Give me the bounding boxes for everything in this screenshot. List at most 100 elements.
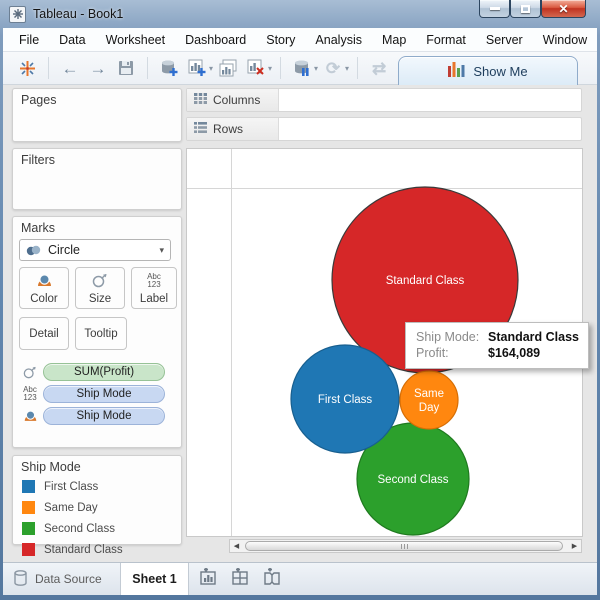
show-me-label: Show Me (473, 64, 527, 79)
save-icon[interactable] (115, 57, 137, 79)
sheet-tab-label: Sheet 1 (132, 572, 176, 586)
toolbar-separator (280, 57, 281, 79)
pill-ship-mode-label[interactable]: Ship Mode (43, 385, 165, 403)
pill-sum-profit[interactable]: SUM(Profit) (43, 363, 165, 381)
tooltip-value: Standard Class (488, 329, 579, 345)
pause-updates-caret-icon[interactable]: ▾ (314, 64, 318, 73)
columns-shelf[interactable]: Columns (186, 88, 582, 112)
title-bar: Tableau - Book1 ✕ (0, 0, 600, 28)
legend-label: Second Class (44, 523, 115, 535)
tooltip: Ship Mode:Standard ClassProfit:$164,089 (405, 322, 589, 369)
size-button-label: Size (89, 293, 111, 305)
pages-shelf-label: Pages (13, 89, 181, 107)
legend-title: Ship Mode (13, 456, 181, 474)
legend-item-second-class[interactable]: Second Class (13, 518, 181, 539)
menu-item-format[interactable]: Format (416, 30, 476, 50)
toolbar-separator (147, 57, 148, 79)
menu-item-worksheet[interactable]: Worksheet (96, 30, 176, 50)
scroll-right-icon[interactable]: ▶ (568, 540, 581, 552)
color-button[interactable]: Color (19, 267, 69, 309)
legend-item-same-day[interactable]: Same Day (13, 497, 181, 518)
scrollbar-thumb[interactable] (245, 541, 563, 551)
run-update-caret-icon[interactable]: ▾ (345, 64, 349, 73)
horizontal-scrollbar[interactable]: ◀ ▶ (229, 539, 582, 553)
mark-type-dropdown[interactable]: Circle ▾ (19, 239, 171, 261)
pages-shelf[interactable]: Pages (12, 88, 182, 142)
detail-button[interactable]: Detail (19, 317, 69, 350)
back-icon[interactable]: ← (59, 57, 81, 79)
close-button[interactable]: ✕ (541, 0, 586, 18)
tableau-window: Tableau - Book1 ✕ FileDataWorksheetDashb… (0, 0, 600, 600)
minimize-button[interactable] (479, 0, 510, 18)
duplicate-sheet-icon[interactable] (217, 57, 239, 79)
color-icon (17, 410, 43, 423)
tableau-logo-icon (16, 57, 38, 79)
menu-bar: FileDataWorksheetDashboardStoryAnalysisM… (3, 28, 597, 52)
new-worksheet-caret-icon[interactable]: ▾ (209, 64, 213, 73)
toolbar: ← → ▾ ▾ ▾ ⟳ ▾ ⇄ ⇅ (3, 52, 597, 85)
bubble-same-day[interactable] (400, 371, 458, 429)
add-data-icon[interactable] (158, 57, 180, 79)
menu-item-dashboard[interactable]: Dashboard (175, 30, 256, 50)
tooltip-button[interactable]: Tooltip (75, 317, 127, 350)
scroll-left-icon[interactable]: ◀ (230, 540, 243, 552)
menu-item-story[interactable]: Story (256, 30, 305, 50)
run-update-icon[interactable]: ⟳ (322, 57, 344, 79)
tooltip-value: $164,089 (488, 345, 540, 361)
pill-row: Abc123 Ship Mode (17, 385, 165, 403)
legend-label: First Class (44, 481, 98, 493)
sheet-tab-sheet1[interactable]: Sheet 1 (121, 563, 189, 595)
new-worksheet-tab-icon[interactable] (199, 568, 218, 590)
menu-item-server[interactable]: Server (476, 30, 533, 50)
forward-icon[interactable]: → (87, 57, 109, 79)
size-button[interactable]: Size (75, 267, 125, 309)
sheet-tab-bar: Data Source Sheet 1 (3, 562, 597, 595)
circle-mark-icon (26, 245, 41, 256)
window-title: Tableau - Book1 (33, 7, 123, 21)
label-abc-icon: Abc123 (17, 386, 43, 402)
color-button-label: Color (30, 293, 57, 305)
mark-type-value: Circle (48, 243, 80, 257)
legend-swatch (22, 543, 35, 556)
rows-shelf-header: Rows (187, 118, 279, 140)
new-story-icon[interactable] (263, 568, 282, 590)
menu-item-data[interactable]: Data (49, 30, 95, 50)
menu-item-window[interactable]: Window (533, 30, 597, 50)
clear-sheet-caret-icon[interactable]: ▾ (268, 64, 272, 73)
show-me-icon (448, 62, 465, 80)
menu-item-analysis[interactable]: Analysis (305, 30, 372, 50)
toolbar-separator (48, 57, 49, 79)
data-source-tab[interactable]: Data Source (3, 563, 121, 595)
pause-updates-icon[interactable] (291, 57, 313, 79)
marks-card-label: Marks (13, 217, 181, 235)
filters-shelf[interactable]: Filters (12, 148, 182, 210)
legend-swatch (22, 501, 35, 514)
menu-item-map[interactable]: Map (372, 30, 416, 50)
rows-shelf[interactable]: Rows (186, 117, 582, 141)
color-icon (36, 268, 53, 293)
label-button[interactable]: Abc123 Label (131, 267, 177, 309)
window-controls: ✕ (479, 0, 586, 18)
new-sheet-buttons (199, 563, 282, 595)
new-worksheet-icon[interactable] (186, 57, 208, 79)
clear-sheet-icon[interactable] (245, 57, 267, 79)
maximize-icon (521, 5, 530, 13)
color-legend: Ship Mode First Class Same Day Second Clas… (12, 455, 182, 545)
tooltip-label: Ship Mode: (416, 329, 488, 345)
rows-shelf-label: Rows (213, 122, 243, 136)
legend-swatch (22, 480, 35, 493)
legend-item-first-class[interactable]: First Class (13, 476, 181, 497)
maximize-button[interactable] (510, 0, 541, 18)
show-me-button[interactable]: Show Me (398, 56, 578, 85)
menu-item-file[interactable]: File (9, 30, 49, 50)
new-dashboard-icon[interactable] (231, 568, 250, 590)
chevron-down-icon: ▾ (159, 245, 164, 256)
pill-row: SUM(Profit) (17, 363, 165, 381)
detail-button-label: Detail (29, 328, 58, 340)
swap-icon[interactable]: ⇄ (368, 57, 390, 79)
legend-swatch (22, 522, 35, 535)
tooltip-row: Profit:$164,089 (416, 345, 580, 361)
pill-ship-mode-color[interactable]: Ship Mode (43, 407, 165, 425)
data-source-label: Data Source (35, 572, 102, 586)
toolbar-separator (357, 57, 358, 79)
